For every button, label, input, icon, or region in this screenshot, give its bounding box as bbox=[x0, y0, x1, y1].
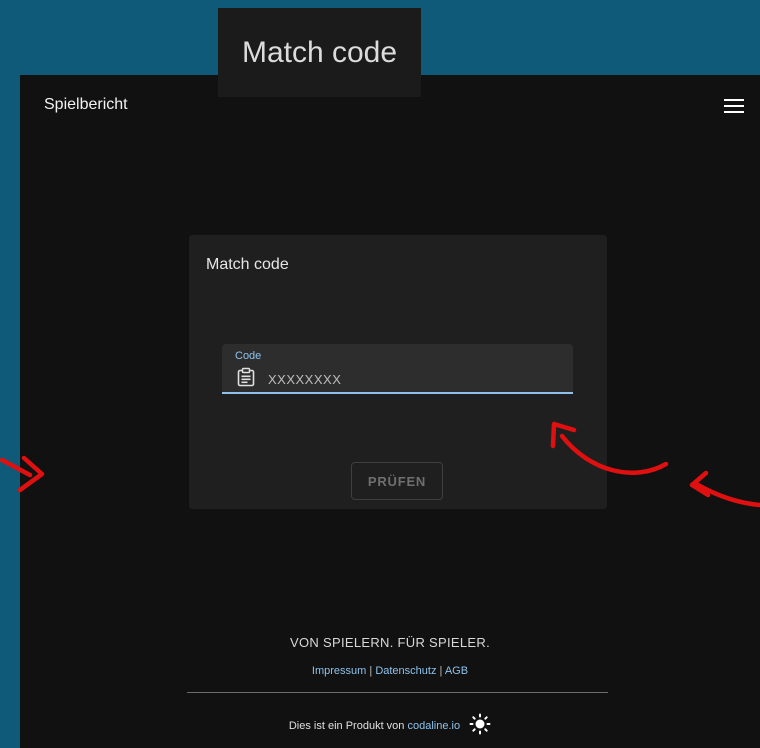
datenschutz-link[interactable]: Datenschutz bbox=[375, 665, 436, 677]
impressum-link[interactable]: Impressum bbox=[312, 665, 366, 677]
clipboard-icon bbox=[237, 367, 255, 387]
annotation-arrow-center bbox=[550, 421, 669, 475]
app-title[interactable]: Spielbericht bbox=[44, 96, 128, 114]
footer-slogan: VON SPIELERN. FÜR SPIELER. bbox=[290, 635, 490, 650]
footer-divider bbox=[187, 692, 608, 693]
card-title: Match code bbox=[206, 256, 289, 273]
overlay-heading: Match code bbox=[218, 8, 421, 97]
footer-credit: Dies ist ein Produkt von codaline.io bbox=[20, 713, 760, 737]
sun-icon[interactable] bbox=[469, 713, 491, 735]
annotation-arrow-left bbox=[0, 455, 45, 493]
agb-link[interactable]: AGB bbox=[445, 665, 468, 677]
code-field[interactable]: Code bbox=[222, 344, 573, 394]
credit-text: Dies ist ein Produkt von bbox=[288, 719, 405, 732]
annotation-arrow-right bbox=[689, 470, 760, 508]
codaline-link[interactable]: codaline.io bbox=[407, 720, 460, 732]
link-separator: | bbox=[369, 665, 373, 677]
check-button[interactable]: PRÜFEN bbox=[351, 462, 443, 500]
footer-links: Impressum | Datenschutz | AGB bbox=[20, 665, 760, 677]
link-separator: | bbox=[439, 665, 443, 677]
code-field-label: Code bbox=[235, 350, 262, 362]
code-input[interactable] bbox=[268, 370, 558, 388]
hamburger-menu-icon[interactable] bbox=[724, 99, 744, 113]
